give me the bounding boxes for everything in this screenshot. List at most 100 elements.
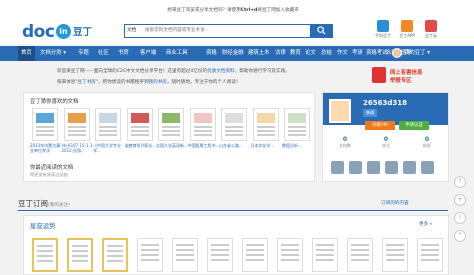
stat-following[interactable]: 0 关注 <box>366 136 406 149</box>
subscription-doc-thumbnail[interactable] <box>137 238 163 272</box>
doc-thumbnail[interactable] <box>32 108 58 141</box>
topic-title[interactable]: 星座运势 <box>30 221 56 230</box>
nav-item-home[interactable]: 首页 <box>18 46 35 61</box>
subscription-doc-thumbnail[interactable] <box>67 238 93 272</box>
message-icon[interactable] <box>385 161 398 174</box>
user-avatar[interactable] <box>329 99 351 123</box>
nav-item-finance[interactable]: 财经金融 <box>222 46 244 61</box>
subscription-doc-thumbnail[interactable] <box>312 238 338 272</box>
recent-empty-text: 你还没有阅读过文档 <box>30 172 68 177</box>
doc-thumbnail[interactable] <box>158 108 184 141</box>
nav-item-essay[interactable]: 作文 <box>337 46 348 61</box>
text-line <box>130 130 149 132</box>
doc-title-link[interactable]: 日本文化学... <box>251 143 285 148</box>
site-header: 想来豆丁浏览或分享文档吗？请使用Ctrl+d将豆丁网加入收藏夹 doc in 豆… <box>0 0 474 44</box>
logo-text[interactable]: doc <box>22 22 55 42</box>
nav-item-thesis[interactable]: 论文 <box>305 46 316 61</box>
subscription-doc-thumbnail[interactable] <box>277 238 303 272</box>
nav-item-topics[interactable]: 专题 <box>78 46 89 61</box>
manage-subscription-link[interactable]: 订阅的的内容 <box>381 200 409 206</box>
nav-item-law[interactable]: 法律 <box>275 46 286 61</box>
nav-item-construction[interactable]: 建筑土木 <box>248 46 270 61</box>
doc-title-link[interactable]: 数值分析... <box>282 143 316 148</box>
text-line <box>281 254 299 256</box>
text-line <box>256 130 275 132</box>
doc-thumbnail[interactable] <box>95 108 121 141</box>
bookmark-icon[interactable] <box>367 161 380 174</box>
nav-item-summary[interactable]: 总结 <box>321 46 332 61</box>
search-input[interactable] <box>145 26 285 35</box>
doc-thumbnail[interactable] <box>221 108 247 141</box>
doc-title-link[interactable]: 中国股票工程书... <box>188 143 222 148</box>
doc-cover-image <box>162 113 180 123</box>
nav-item-client[interactable]: 客户端 <box>140 46 156 61</box>
search-type-select[interactable]: 文档 <box>127 27 143 35</box>
add-button[interactable]: + <box>454 194 466 206</box>
doc-title-link[interactable]: 《中国大学专业学... <box>93 143 127 153</box>
nav-item-education[interactable]: 教育 <box>290 46 301 61</box>
text-line <box>256 134 275 136</box>
nav-item-postgrad[interactable]: 考研 <box>352 46 363 61</box>
welcome-intro: 欢迎来豆丁网——面向全球的C2C中文文档分享平台！这里有超过4亿份的优质文档资料… <box>57 64 377 94</box>
study-room-link[interactable]: "豆丁书房" <box>75 80 98 85</box>
cloud-link[interactable]: 豆丁云 <box>422 20 440 42</box>
text-line <box>225 130 243 132</box>
nav-item-exam[interactable]: 资格考试 <box>366 46 388 61</box>
text-line <box>421 254 439 256</box>
user-name[interactable]: 26563d318 <box>363 99 407 107</box>
nav-item-qualification[interactable]: 资格 <box>206 46 217 61</box>
verify-button[interactable]: 申请认证 <box>399 121 429 130</box>
avatar[interactable] <box>392 48 402 58</box>
text-line <box>141 254 159 256</box>
doc-thumbnail[interactable] <box>126 108 153 141</box>
docin-app-link[interactable]: 豆丁APP <box>398 20 416 42</box>
stat-fans[interactable]: 0 粉丝 <box>407 136 447 149</box>
upload-icon[interactable] <box>331 161 344 174</box>
upgrade-vip-button[interactable]: 升级VIP <box>365 121 395 130</box>
subscription-doc-thumbnail[interactable] <box>242 238 268 272</box>
document-icon[interactable] <box>349 161 362 174</box>
subscription-doc-thumbnail[interactable] <box>347 238 373 272</box>
more-link[interactable]: 更多 » <box>419 221 432 227</box>
feedback-button[interactable]: ! <box>454 212 466 224</box>
logo-cn-text[interactable]: 豆丁 <box>73 24 92 38</box>
text-line <box>211 249 229 251</box>
doc-title-link[interactable]: 谈教育系列家长... <box>125 143 159 148</box>
my-docin-menu[interactable]: 我的豆丁 ▾ <box>404 48 430 59</box>
nav-item-community[interactable]: 社区 <box>98 46 109 61</box>
search-icon <box>317 26 326 35</box>
favorite-notice: 想来豆丁浏览或分享文档吗？请使用Ctrl+d将豆丁网加入收藏夹 <box>167 8 299 13</box>
subscription-doc-thumbnail[interactable] <box>32 238 58 272</box>
logo-badge[interactable]: in <box>56 24 71 39</box>
doc-thumbnail[interactable] <box>189 108 216 141</box>
mobile-app-link[interactable]: 手机豆丁 <box>374 20 392 42</box>
subscription-doc-thumbnail[interactable] <box>207 238 233 272</box>
doc-title-link[interactable]: 山东省公路... <box>219 143 253 148</box>
subscription-doc-thumbnail[interactable] <box>382 238 408 272</box>
subscription-doc-thumbnail[interactable] <box>417 238 443 272</box>
text-line <box>162 130 180 132</box>
subscription-doc-thumbnail[interactable] <box>172 238 198 272</box>
wallet-icon[interactable] <box>403 161 416 174</box>
help-button[interactable]: ? <box>454 176 466 188</box>
text-line <box>256 126 275 128</box>
my-study-link[interactable]: 我的书房 <box>149 80 167 85</box>
doc-title-link[interactable]: 2013年内蒙古事业单位考试 <box>30 143 64 153</box>
back-to-top-button[interactable]: ⌃ <box>454 230 466 242</box>
search-button[interactable] <box>311 24 333 38</box>
subscription-doc-thumbnail[interactable] <box>102 238 128 272</box>
report-zone-link[interactable]: 网上有害信息 举报专区 <box>372 66 446 88</box>
doc-thumbnail[interactable] <box>252 108 279 141</box>
doc-title-link[interactable]: hb-6167.15-1.1-2012-民用... <box>62 143 96 153</box>
user-tools <box>329 159 441 177</box>
settings-icon[interactable] <box>421 161 434 174</box>
nav-item-tools[interactable]: 商业工具 <box>166 46 188 61</box>
quality-docs-link[interactable]: 优质文档资料 <box>207 69 235 74</box>
doc-title-link[interactable]: 全国大学英语新... <box>156 143 190 148</box>
stat-docs[interactable]: 0 文档数 <box>325 136 365 149</box>
text-line <box>246 249 264 251</box>
nav-item-categories[interactable]: 文档分类 ▾ <box>40 46 66 61</box>
nav-item-study[interactable]: 书房 <box>118 46 129 61</box>
doc-thumbnail[interactable] <box>284 108 310 141</box>
doc-thumbnail[interactable] <box>63 108 90 141</box>
